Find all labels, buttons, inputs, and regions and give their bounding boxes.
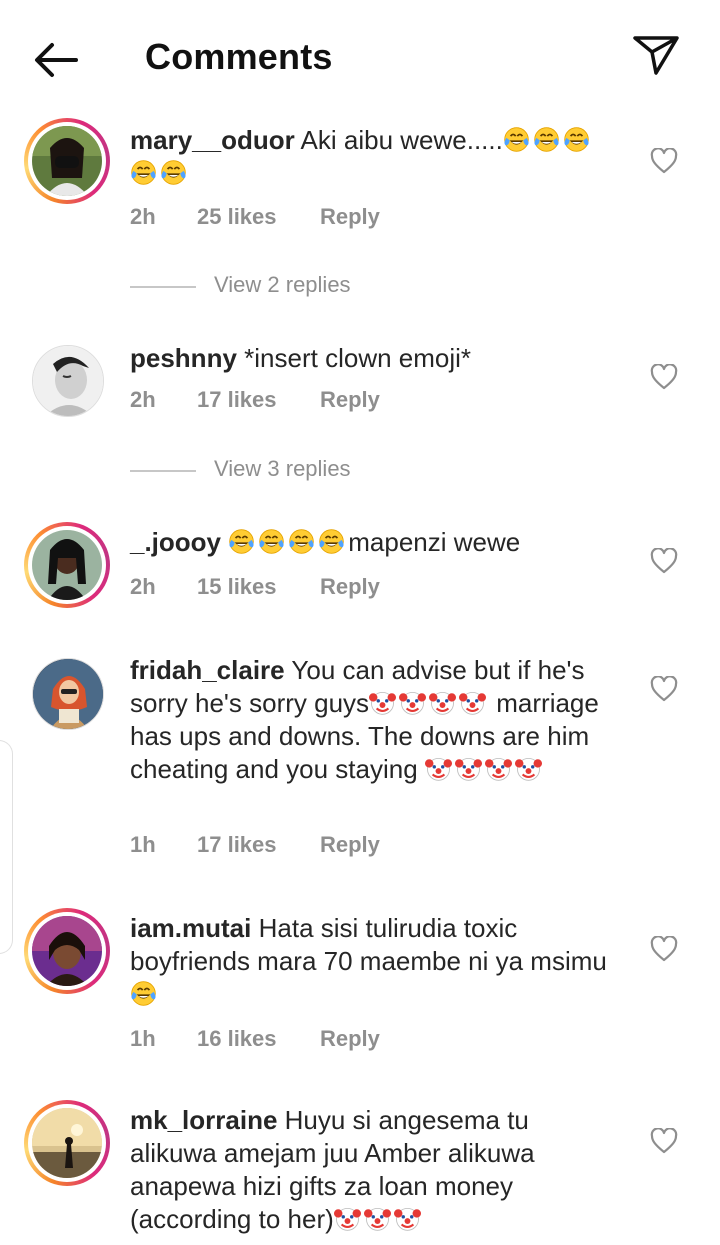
comment-username[interactable]: iam.mutai xyxy=(130,913,251,943)
clown-emoji-icon xyxy=(459,689,486,716)
view-replies-label: View 3 replies xyxy=(214,456,351,481)
share-button[interactable] xyxy=(628,30,684,80)
back-button[interactable] xyxy=(28,34,84,86)
like-button[interactable] xyxy=(650,675,678,702)
comment-body: mk_lorraine Huyu si angesema tu alikuwa … xyxy=(130,1104,610,1236)
avatar[interactable] xyxy=(24,1100,110,1186)
avatar[interactable] xyxy=(24,908,110,994)
avatar-photo xyxy=(33,659,103,729)
comment-username[interactable]: _.joooy xyxy=(130,527,221,557)
comment-likes[interactable]: 17 likes xyxy=(197,832,277,858)
clown-emoji-icon xyxy=(399,689,426,716)
comment-likes[interactable]: 25 likes xyxy=(197,204,277,230)
comment-time: 2h xyxy=(130,387,156,412)
like-button[interactable] xyxy=(650,935,678,962)
comment-username[interactable]: mary__oduor xyxy=(130,125,295,155)
comment-username[interactable]: mk_lorraine xyxy=(130,1105,277,1135)
like-button[interactable] xyxy=(650,147,678,174)
comment-body: fridah_claire You can advise but if he's… xyxy=(130,654,610,786)
heart-outline-icon xyxy=(650,363,678,390)
paper-plane-icon xyxy=(633,36,679,75)
avatar[interactable] xyxy=(32,345,104,417)
laugh-emoji-icon xyxy=(130,159,157,186)
comment-body: _.joooy mapenzi wewe xyxy=(130,526,610,559)
comment-time: 2h xyxy=(130,204,156,229)
comment-text: mapenzi wewe xyxy=(348,527,521,557)
heart-outline-icon xyxy=(650,147,678,174)
like-button[interactable] xyxy=(650,547,678,574)
laugh-emoji-icon xyxy=(288,528,315,555)
laugh-emoji-icon xyxy=(160,159,187,186)
reply-thread-line xyxy=(130,286,196,288)
view-replies-button[interactable]: View 2 replies xyxy=(130,272,530,302)
comment-body: peshnny *insert clown emoji* xyxy=(130,342,610,375)
avatar-photo xyxy=(32,916,102,986)
comment-likes[interactable]: 16 likes xyxy=(197,1026,277,1052)
reply-button[interactable]: Reply xyxy=(320,832,380,858)
avatar[interactable] xyxy=(24,118,110,204)
clown-emoji-group xyxy=(369,688,489,718)
clown-emoji-icon xyxy=(369,689,396,716)
like-button[interactable] xyxy=(650,363,678,390)
laugh-emoji-icon xyxy=(503,126,530,153)
page-title: Comments xyxy=(145,36,333,77)
laugh-emoji-group xyxy=(130,979,160,1009)
like-button[interactable] xyxy=(650,1127,678,1154)
heart-outline-icon xyxy=(650,1127,678,1154)
reply-button[interactable]: Reply xyxy=(320,204,380,230)
comment-time: 2h xyxy=(130,574,156,599)
clown-emoji-group xyxy=(334,1204,424,1234)
laugh-emoji-icon xyxy=(533,126,560,153)
reply-button[interactable]: Reply xyxy=(320,574,380,600)
comment-likes[interactable]: 17 likes xyxy=(197,387,277,413)
comment-likes[interactable]: 15 likes xyxy=(197,574,277,600)
clown-emoji-icon xyxy=(485,755,512,782)
clown-emoji-icon xyxy=(515,755,542,782)
avatar-photo xyxy=(32,1108,102,1178)
laugh-emoji-icon xyxy=(258,528,285,555)
laugh-emoji-icon xyxy=(318,528,345,555)
header-bar: Comments xyxy=(0,0,720,112)
comment-username[interactable]: peshnny xyxy=(130,343,237,373)
reply-thread-line xyxy=(130,470,196,472)
clown-emoji-icon xyxy=(429,689,456,716)
clown-emoji-icon xyxy=(425,755,452,782)
clown-emoji-icon xyxy=(394,1205,421,1232)
clown-emoji-icon xyxy=(334,1205,361,1232)
avatar-photo xyxy=(32,530,102,600)
avatar[interactable] xyxy=(24,522,110,608)
comment-time: 1h xyxy=(130,1026,156,1051)
heart-outline-icon xyxy=(650,675,678,702)
comment-body: iam.mutai Hata sisi tulirudia toxic boyf… xyxy=(130,912,610,1011)
reply-button[interactable]: Reply xyxy=(320,387,380,413)
comment-text: *insert clown emoji* xyxy=(244,343,472,373)
clown-emoji-group xyxy=(425,754,545,784)
heart-outline-icon xyxy=(650,935,678,962)
clown-emoji-icon xyxy=(455,755,482,782)
avatar-photo xyxy=(33,346,103,416)
avatar[interactable] xyxy=(32,658,104,730)
comment-username[interactable]: fridah_claire xyxy=(130,655,285,685)
laugh-emoji-icon xyxy=(563,126,590,153)
comment-body: mary__oduor Aki aibu wewe..... xyxy=(130,124,610,190)
comment-text: Aki aibu wewe..... xyxy=(300,125,503,155)
edge-panel-handle[interactable] xyxy=(0,740,13,954)
heart-outline-icon xyxy=(650,547,678,574)
laugh-emoji-group xyxy=(228,527,348,557)
laugh-emoji-icon xyxy=(130,980,157,1007)
view-replies-label: View 2 replies xyxy=(214,272,351,297)
comment-time: 1h xyxy=(130,832,156,857)
laugh-emoji-icon xyxy=(228,528,255,555)
arrow-left-icon xyxy=(35,43,78,77)
avatar-photo xyxy=(32,126,102,196)
reply-button[interactable]: Reply xyxy=(320,1026,380,1052)
view-replies-button[interactable]: View 3 replies xyxy=(130,456,530,486)
clown-emoji-icon xyxy=(364,1205,391,1232)
